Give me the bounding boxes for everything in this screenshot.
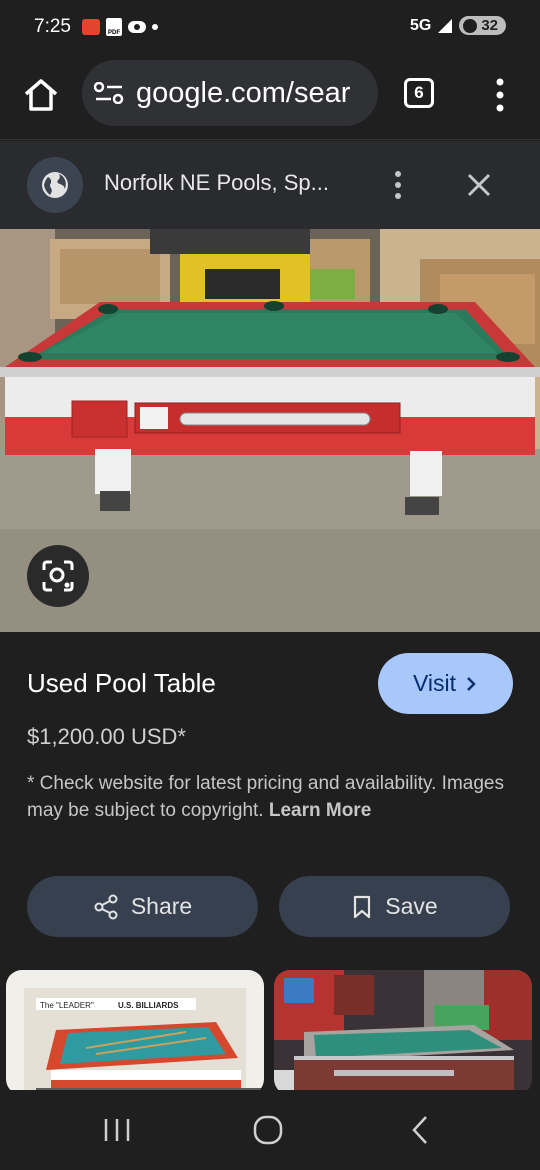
visit-label: Visit (412, 670, 457, 696)
signal-icon (438, 18, 453, 33)
lens-search-button[interactable] (27, 545, 89, 607)
globe-icon (27, 157, 83, 213)
url-text: google.com/sear (136, 77, 351, 109)
source-more-icon[interactable] (390, 169, 406, 201)
status-time: 7:25 (34, 16, 71, 37)
learn-more-link[interactable]: Learn More (269, 800, 371, 821)
recent-apps-icon[interactable] (100, 1116, 134, 1144)
save-button[interactable]: Save (279, 876, 510, 937)
share-icon (94, 894, 118, 919)
system-nav-bar (0, 1090, 540, 1170)
share-label: Share (130, 893, 193, 919)
home-nav-icon[interactable] (252, 1114, 284, 1146)
browser-toolbar: google.com/sear 6 (0, 56, 540, 140)
close-icon[interactable] (465, 171, 493, 199)
related-photo-2 (274, 970, 532, 1095)
more-vert-icon[interactable] (490, 76, 510, 114)
result-image[interactable] (0, 229, 540, 632)
lens-icon (42, 560, 74, 592)
eye-icon (128, 21, 146, 33)
notification-app-icon (82, 19, 100, 35)
disclaimer: * Check website for latest pricing and a… (27, 770, 522, 824)
related-photo-1: The "LEADER" U.S. BILLIARDS (6, 970, 264, 1095)
back-icon[interactable] (406, 1114, 434, 1146)
share-button[interactable]: Share (27, 876, 258, 937)
battery-indicator: 32 (459, 16, 506, 35)
source-header: Norfolk NE Pools, Sp... (0, 141, 540, 229)
sign-text-1: The "LEADER" (40, 1001, 94, 1010)
status-right: 5G 32 (410, 16, 506, 35)
result-title: Used Pool Table (27, 668, 216, 698)
status-bar: 7:25 PDF 5G 32 (0, 0, 540, 56)
address-bar[interactable]: google.com/sear (82, 60, 378, 126)
related-image-2[interactable] (274, 970, 532, 1095)
status-notification-icons: PDF (82, 18, 158, 36)
tab-switcher-button[interactable]: 6 (404, 78, 434, 108)
site-settings-icon[interactable] (94, 82, 124, 104)
result-details: Used Pool Table Visit $1,200.00 USD* * C… (0, 632, 540, 1095)
dot-icon (152, 24, 158, 30)
network-label: 5G (409, 16, 432, 34)
pdf-icon: PDF (106, 18, 122, 36)
save-label: Save (385, 893, 438, 919)
home-icon[interactable] (22, 76, 60, 114)
chevron-right-icon (467, 676, 476, 691)
bookmark-icon (354, 895, 371, 918)
visit-button[interactable]: Visit (378, 653, 513, 714)
disclaimer-text: * Check website for latest pricing and a… (27, 773, 504, 821)
related-image-1[interactable]: The "LEADER" U.S. BILLIARDS (6, 970, 264, 1095)
source-title[interactable]: Norfolk NE Pools, Sp... (104, 170, 329, 196)
result-price: $1,200.00 USD* (27, 724, 186, 749)
sign-text-2: U.S. BILLIARDS (118, 1001, 179, 1010)
